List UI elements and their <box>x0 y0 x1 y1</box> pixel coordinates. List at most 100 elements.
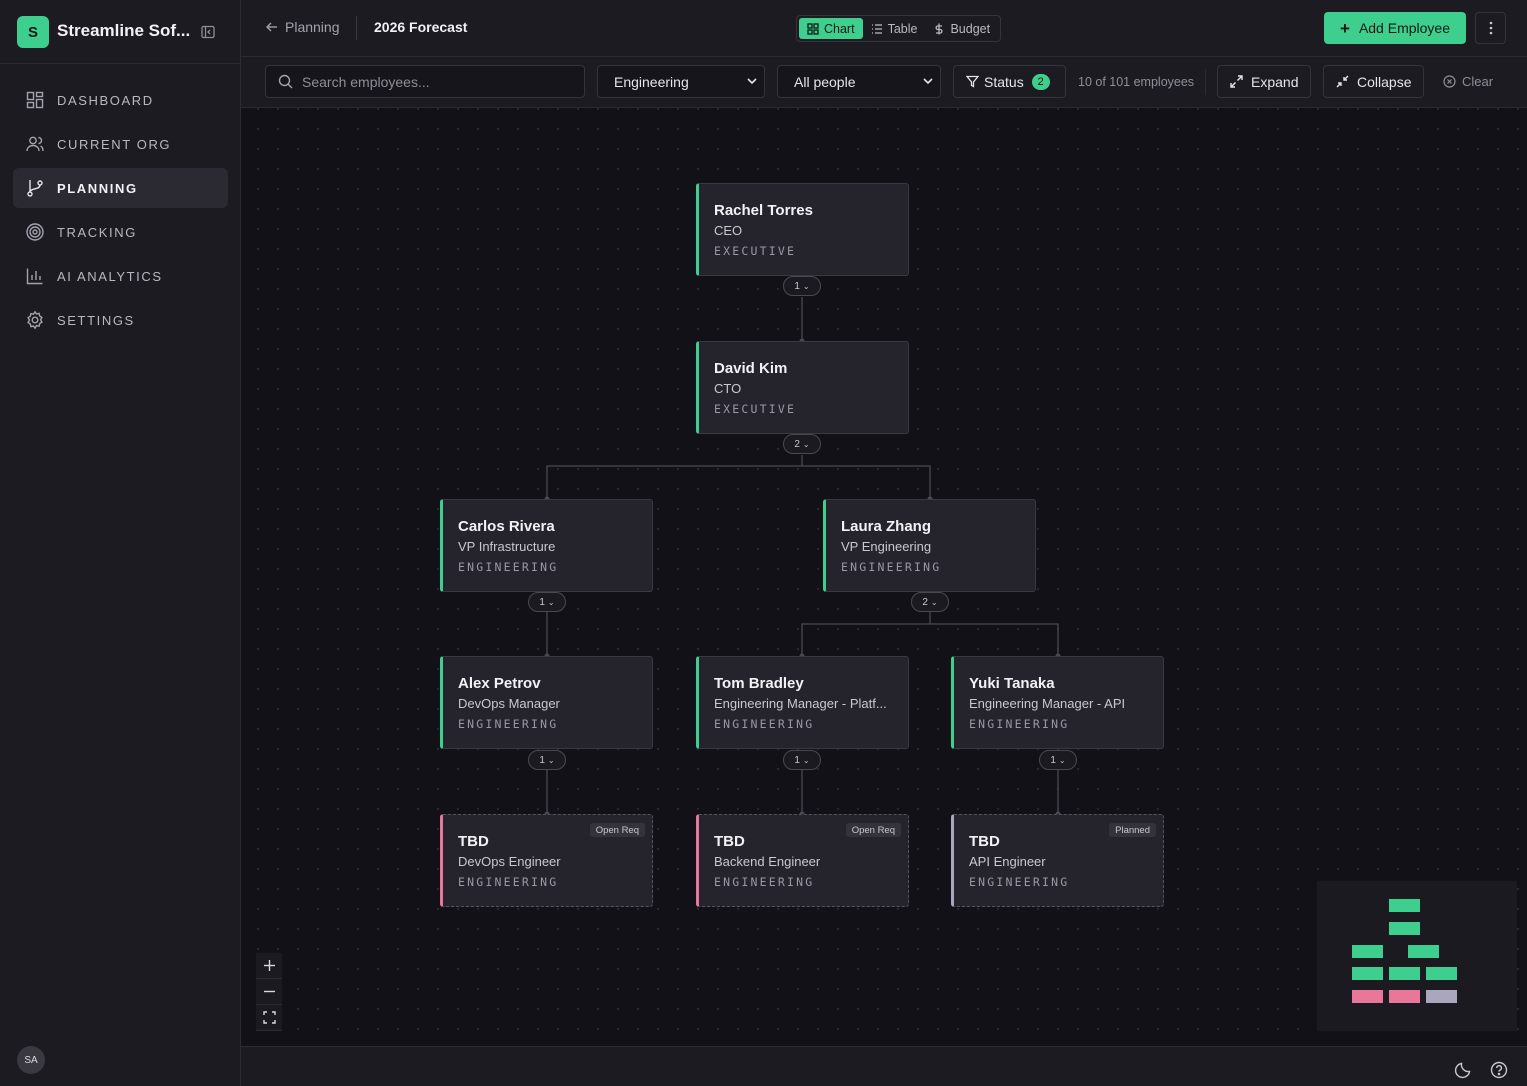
sidebar-item-settings[interactable]: SETTINGS <box>13 300 228 340</box>
children-toggle[interactable]: 1 ⌄ <box>1039 750 1077 770</box>
collapse-label: Collapse <box>1357 73 1412 90</box>
tab-chart[interactable]: Chart <box>799 18 863 39</box>
bar-chart-icon <box>26 268 43 285</box>
org-node[interactable]: Yuki Tanaka Engineering Manager - API EN… <box>951 656 1164 749</box>
node-department: ENGINEERING <box>458 560 559 574</box>
sidebar-item-ai-analytics[interactable]: AI ANALYTICS <box>13 256 228 296</box>
sidebar-item-label: CURRENT ORG <box>57 136 172 152</box>
expand-button[interactable]: Expand <box>1217 65 1311 98</box>
chevron-down-icon: ⌄ <box>802 755 810 765</box>
close-circle-icon <box>1443 75 1456 88</box>
minimap-node <box>1389 899 1420 912</box>
children-toggle[interactable]: 2 ⌄ <box>911 592 949 612</box>
sidebar-item-label: AI ANALYTICS <box>57 268 163 284</box>
node-name: Laura Zhang <box>841 518 932 535</box>
search-icon <box>278 74 293 89</box>
node-name: Tom Bradley <box>714 675 804 692</box>
sidebar-item-current-org[interactable]: CURRENT ORG <box>13 124 228 164</box>
sidebar-item-label: TRACKING <box>57 224 137 240</box>
gear-icon <box>27 310 43 330</box>
org-node-planned[interactable]: Planned TBD API Engineer ENGINEERING <box>951 814 1164 907</box>
plus-icon <box>263 960 275 971</box>
children-toggle[interactable]: 1 ⌄ <box>528 750 566 770</box>
node-role: API Engineer <box>969 854 1046 869</box>
children-count: 1 <box>1050 754 1056 766</box>
minimap-node <box>1389 967 1420 980</box>
org-chart-canvas[interactable]: Rachel Torres CEO EXECUTIVE 1 ⌄ David Kim… <box>241 108 1527 1046</box>
bottom-bar <box>241 1046 1527 1086</box>
status-label: Status <box>984 73 1024 90</box>
clear-button[interactable]: Clear <box>1443 74 1493 89</box>
app: S Streamline Sof... DASHBOARD CURRENT OR… <box>0 0 1527 1086</box>
search-input[interactable] <box>302 73 572 90</box>
breadcrumb-divider <box>356 16 357 40</box>
org-node[interactable]: Carlos Rivera VP Infrastructure ENGINEER… <box>440 499 653 592</box>
add-employee-button[interactable]: + Add Employee <box>1324 12 1466 44</box>
sidebar-item-dashboard[interactable]: DASHBOARD <box>13 80 228 120</box>
plus-icon: + <box>1340 18 1350 38</box>
fit-view-icon <box>262 1011 276 1024</box>
back-link[interactable]: Planning <box>265 19 340 35</box>
sidebar-item-label: SETTINGS <box>57 312 135 328</box>
node-name: TBD <box>458 833 489 850</box>
minimap-node <box>1389 922 1420 935</box>
minimap[interactable] <box>1317 881 1517 1031</box>
org-node[interactable]: David Kim CTO EXECUTIVE <box>696 341 909 434</box>
more-options-button[interactable] <box>1475 12 1506 44</box>
org-node[interactable]: Tom Bradley Engineering Manager - Platf.… <box>696 656 909 749</box>
search-box <box>265 65 585 98</box>
people-select[interactable]: All people <box>777 65 941 98</box>
tab-budget[interactable]: Budget <box>925 18 998 39</box>
node-name: David Kim <box>714 360 788 377</box>
department-select[interactable]: Engineering <box>597 65 765 98</box>
sidebar-collapse-icon[interactable] <box>200 24 216 40</box>
chevron-down-icon: ⌄ <box>930 597 938 607</box>
children-toggle[interactable]: 1 ⌄ <box>783 276 821 296</box>
children-toggle[interactable]: 2 ⌄ <box>783 434 821 454</box>
zoom-out-button[interactable] <box>256 979 282 1005</box>
fit-view-button[interactable] <box>256 1005 282 1031</box>
minimap-node <box>1352 945 1383 958</box>
node-role: DevOps Manager <box>458 696 560 711</box>
chevron-down-icon <box>923 78 933 85</box>
org-node[interactable]: Laura Zhang VP Engineering ENGINEERING <box>823 499 1036 592</box>
node-department: EXECUTIVE <box>714 244 797 258</box>
tab-table[interactable]: Table <box>863 18 926 39</box>
sidebar-item-tracking[interactable]: TRACKING <box>13 212 228 252</box>
filter-divider <box>1205 69 1206 95</box>
sidebar-item-planning[interactable]: PLANNING <box>13 168 228 208</box>
node-name: Rachel Torres <box>714 202 813 219</box>
brand-name[interactable]: Streamline Sof... <box>57 21 190 41</box>
status-filter-button[interactable]: Status 2 <box>953 65 1066 98</box>
node-department: EXECUTIVE <box>714 402 797 416</box>
arrow-left-icon <box>266 22 277 32</box>
node-department: ENGINEERING <box>458 717 559 731</box>
children-count: 1 <box>539 754 545 766</box>
status-badge: Open Req <box>845 823 901 837</box>
brand-logo[interactable]: S <box>17 16 49 48</box>
org-node-open-req[interactable]: Open Req TBD DevOps Engineer ENGINEERING <box>440 814 653 907</box>
org-node[interactable]: Rachel Torres CEO EXECUTIVE <box>696 183 909 276</box>
node-role: DevOps Engineer <box>458 854 561 869</box>
node-role: Engineering Manager - Platf... <box>714 696 887 711</box>
grid-icon <box>26 91 44 109</box>
moon-icon[interactable] <box>1454 1061 1472 1079</box>
collapse-button[interactable]: Collapse <box>1323 65 1424 98</box>
avatar[interactable]: SA <box>17 1046 45 1074</box>
chevron-down-icon: ⌄ <box>547 755 555 765</box>
tab-budget-label: Budget <box>950 21 991 36</box>
org-node-open-req[interactable]: Open Req TBD Backend Engineer ENGINEERIN… <box>696 814 909 907</box>
users-icon <box>26 136 44 152</box>
help-icon[interactable] <box>1490 1061 1508 1079</box>
children-toggle[interactable]: 1 ⌄ <box>783 750 821 770</box>
minus-icon <box>263 990 275 993</box>
children-count: 1 <box>794 754 800 766</box>
minimap-node <box>1426 990 1457 1003</box>
children-toggle[interactable]: 1 ⌄ <box>528 592 566 612</box>
branch-icon <box>27 180 43 197</box>
zoom-in-button[interactable] <box>256 953 282 979</box>
target-icon <box>26 223 44 241</box>
zoom-controls <box>256 953 282 1031</box>
node-department: ENGINEERING <box>841 560 942 574</box>
org-node[interactable]: Alex Petrov DevOps Manager ENGINEERING <box>440 656 653 749</box>
